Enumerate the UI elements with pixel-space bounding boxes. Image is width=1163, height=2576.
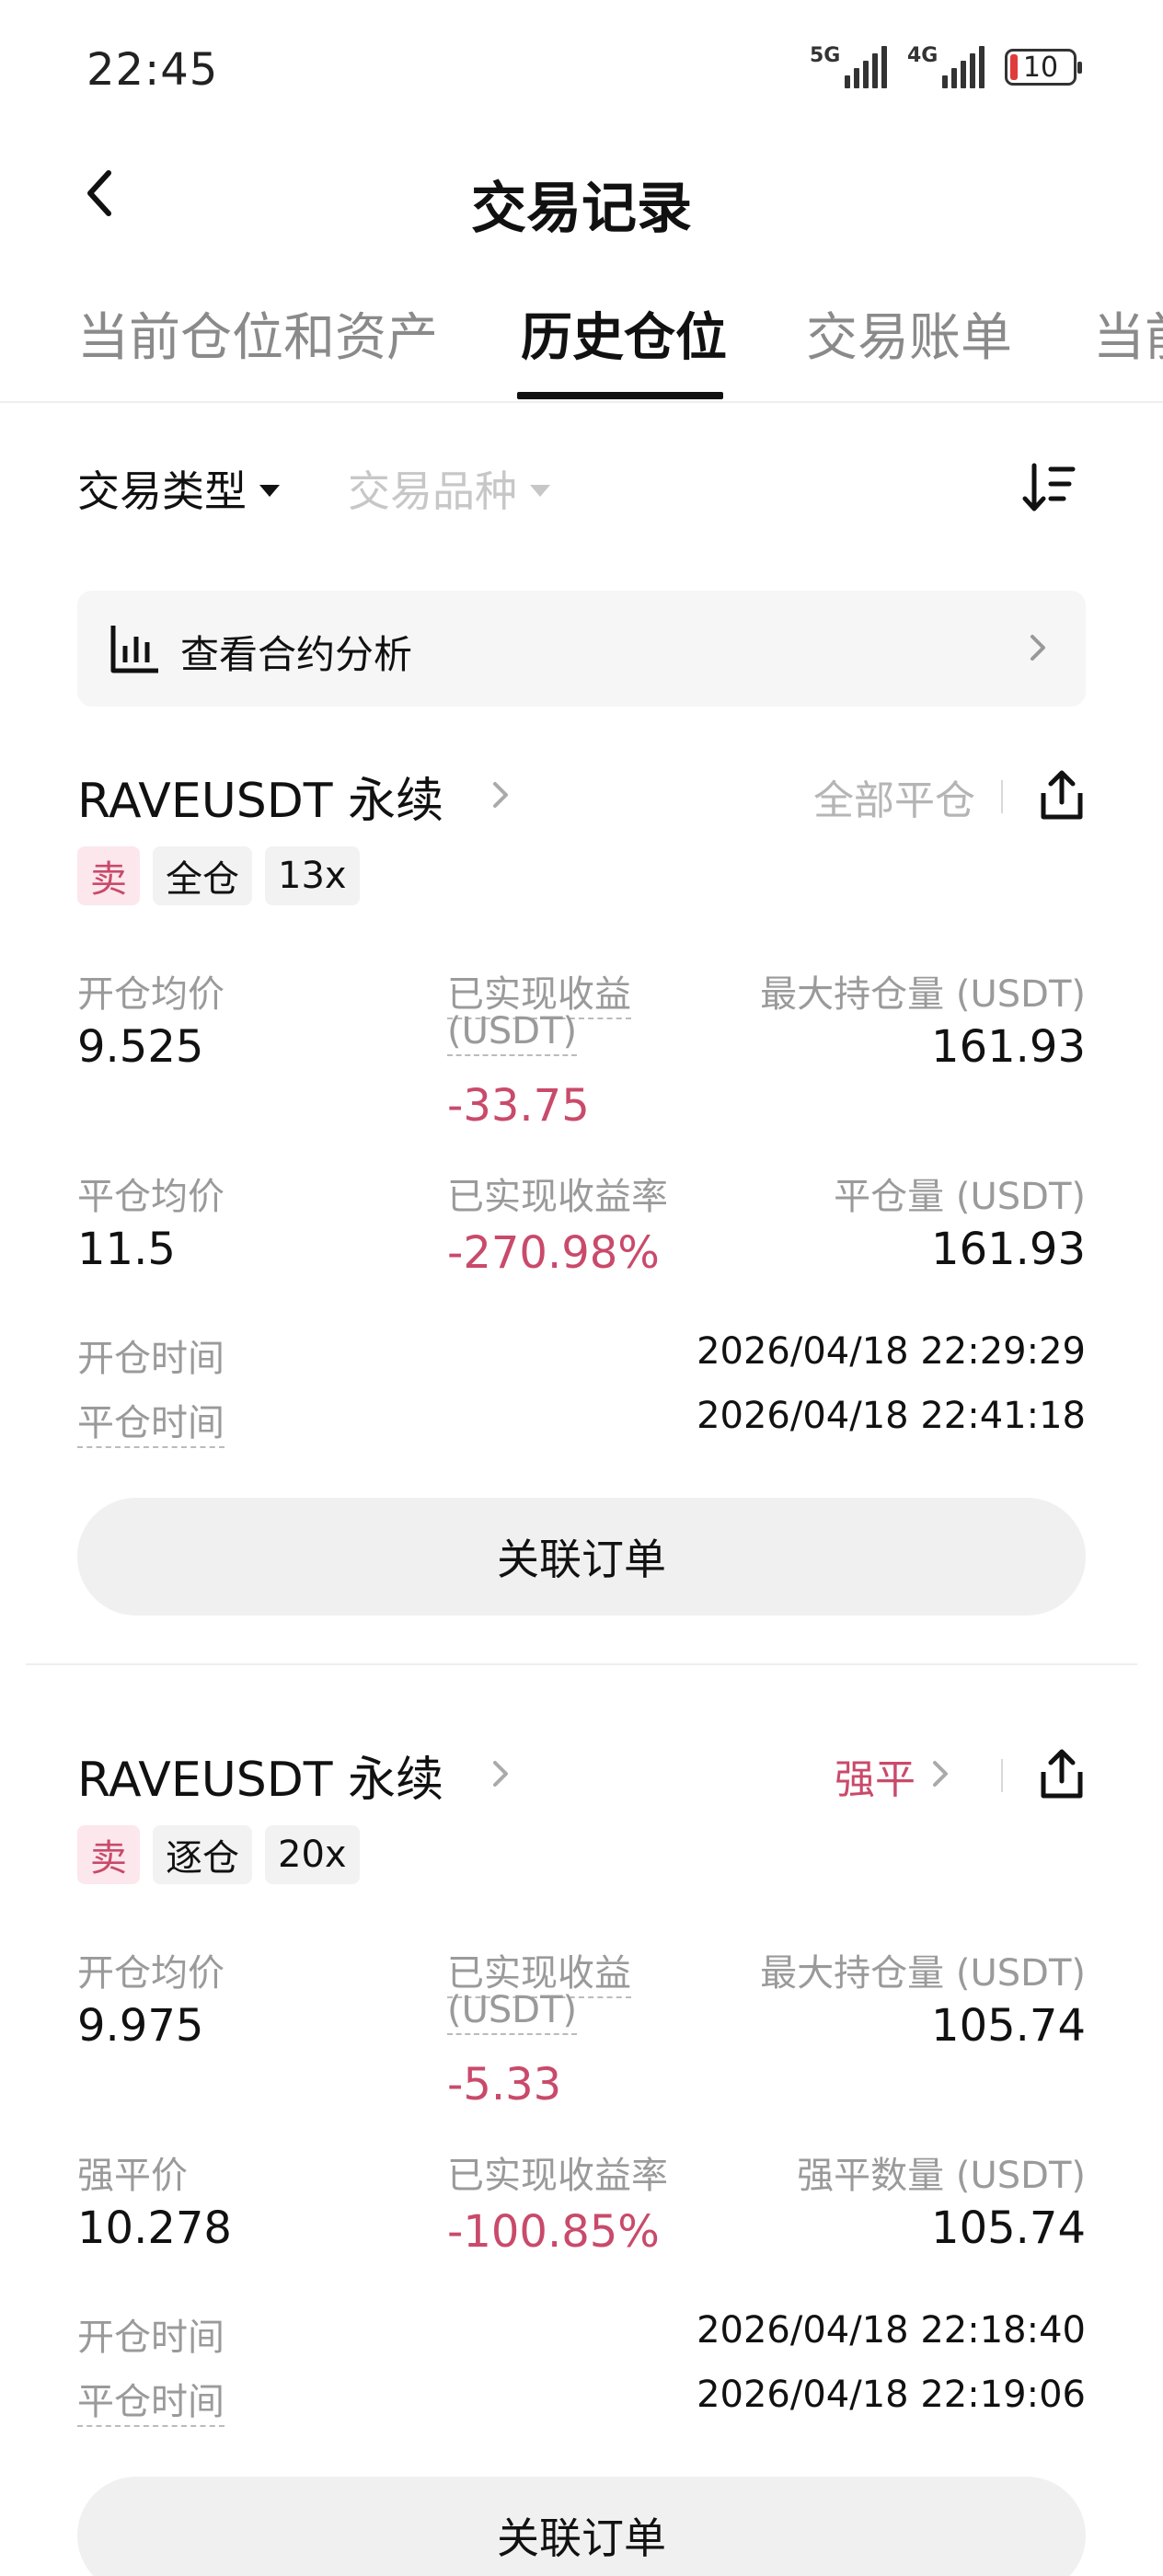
tab-bar: 当前仓位和资产 历史仓位 交易账单 当前 [0,276,1163,403]
position-card: RAVEUSDT 永续 强平 卖 逐仓 20x 开仓均价 9.975 已实现收益… [77,1735,1086,2576]
position-status: 全部平仓 [813,777,975,824]
tab-current-orders[interactable]: 当前 [1093,296,1163,371]
realized-pnl-rate-value: -100.85% [447,2206,660,2258]
bar-chart-icon [110,626,158,673]
share-icon[interactable] [1038,1748,1086,1800]
liquidation-price-value: 10.278 [77,2202,232,2254]
chevron-right-icon[interactable] [482,1755,519,1792]
close-avg-value: 11.5 [77,1224,176,1275]
share-icon[interactable] [1038,769,1086,821]
open-time-label: 开仓时间 [77,2317,225,2359]
liquidation-price-label: 强平价 [77,2155,188,2197]
side-tag: 卖 [77,846,140,905]
trade-product-label: 交易品种 [348,466,517,516]
signal-4g-icon: 4G [907,46,985,88]
realized-pnl-rate-value: -270.98% [447,1227,660,1279]
open-avg-value: 9.525 [77,1021,204,1073]
trade-product-filter[interactable]: 交易品种 [348,458,550,519]
trade-type-label: 交易类型 [77,466,247,516]
open-avg-label: 开仓均价 [77,973,225,1016]
tab-trade-bills[interactable]: 交易账单 [806,296,1012,371]
status-icons: 5G 4G 10 [810,46,1082,88]
tab-history-positions[interactable]: 历史仓位 [521,296,727,371]
realized-pnl-unit: (USDT) [447,1989,578,2035]
position-card-header: RAVEUSDT 永续 强平 [77,1735,1086,1818]
realized-pnl-unit: (USDT) [447,1010,578,1056]
contract-analysis-banner[interactable]: 查看合约分析 [77,591,1086,707]
open-time-value: 2026/04/18 22:29:29 [697,1330,1086,1373]
position-symbol[interactable]: RAVEUSDT 永续 [77,1741,443,1810]
position-tags: 卖 逐仓 20x [77,1825,360,1884]
open-time-label: 开仓时间 [77,1338,225,1380]
close-qty-value: 161.93 [931,1224,1086,1275]
trade-type-filter[interactable]: 交易类型 [77,458,280,519]
sort-icon[interactable] [1021,460,1077,515]
open-avg-value: 9.975 [77,2000,204,2052]
page-header: 交易记录 [0,138,1163,253]
close-avg-label: 平仓均价 [77,1176,225,1218]
battery-level: 10 [1022,51,1059,84]
linked-orders-button[interactable]: 关联订单 [77,2477,1086,2576]
filter-bar: 交易类型 交易品种 [0,442,1163,534]
page-title: 交易记录 [471,177,692,241]
margin-mode-tag: 全仓 [153,846,252,905]
caret-down-icon [530,484,550,497]
card-divider [26,1663,1137,1665]
realized-pnl-value: -5.33 [447,2059,562,2110]
position-card: RAVEUSDT 永续 全部平仓 卖 全仓 13x 开仓均价 9.525 已实现… [77,756,1086,1621]
active-tab-indicator [517,392,723,399]
max-position-label: 最大持仓量 (USDT) [760,973,1086,1016]
position-symbol[interactable]: RAVEUSDT 永续 [77,762,443,831]
close-qty-label: 平仓量 (USDT) [834,1176,1086,1218]
close-time-label[interactable]: 平仓时间 [77,2372,225,2427]
close-time-value: 2026/04/18 22:19:06 [697,2374,1086,2416]
max-position-label: 最大持仓量 (USDT) [760,1952,1086,1995]
divider [1001,780,1003,813]
liquidation-qty-label: 强平数量 (USDT) [797,2155,1086,2197]
open-time-value: 2026/04/18 22:18:40 [697,2309,1086,2352]
status-bar: 22:45 5G 4G 10 [0,0,1163,138]
max-position-value: 105.74 [931,2000,1086,2052]
position-tags: 卖 全仓 13x [77,846,360,905]
chevron-right-icon[interactable] [924,1755,957,1792]
leverage-tag: 13x [265,846,360,905]
tab-current-positions[interactable]: 当前仓位和资产 [77,296,438,371]
realized-pnl-rate-label: 已实现收益率 [447,2155,668,2197]
status-time: 22:45 [86,44,219,96]
close-time-label[interactable]: 平仓时间 [77,1393,225,1448]
realized-pnl-value: -33.75 [447,1080,590,1132]
leverage-tag: 20x [265,1825,360,1884]
linked-orders-button[interactable]: 关联订单 [77,1498,1086,1616]
liquidation-qty-value: 105.74 [931,2202,1086,2254]
max-position-value: 161.93 [931,1021,1086,1073]
caret-down-icon [259,484,280,497]
position-status[interactable]: 强平 [835,1746,915,1805]
margin-mode-tag: 逐仓 [153,1825,252,1884]
chevron-right-icon[interactable] [482,776,519,813]
close-time-value: 2026/04/18 22:41:18 [697,1395,1086,1437]
realized-pnl-rate-label: 已实现收益率 [447,1176,668,1218]
position-card-header: RAVEUSDT 永续 全部平仓 [77,756,1086,839]
chevron-right-icon [1031,635,1045,661]
open-avg-label: 开仓均价 [77,1952,225,1995]
divider [1001,1759,1003,1792]
contract-analysis-label: 查看合约分析 [180,632,413,677]
side-tag: 卖 [77,1825,140,1884]
signal-5g-icon: 5G [810,46,887,88]
battery-icon: 10 [1005,49,1082,86]
